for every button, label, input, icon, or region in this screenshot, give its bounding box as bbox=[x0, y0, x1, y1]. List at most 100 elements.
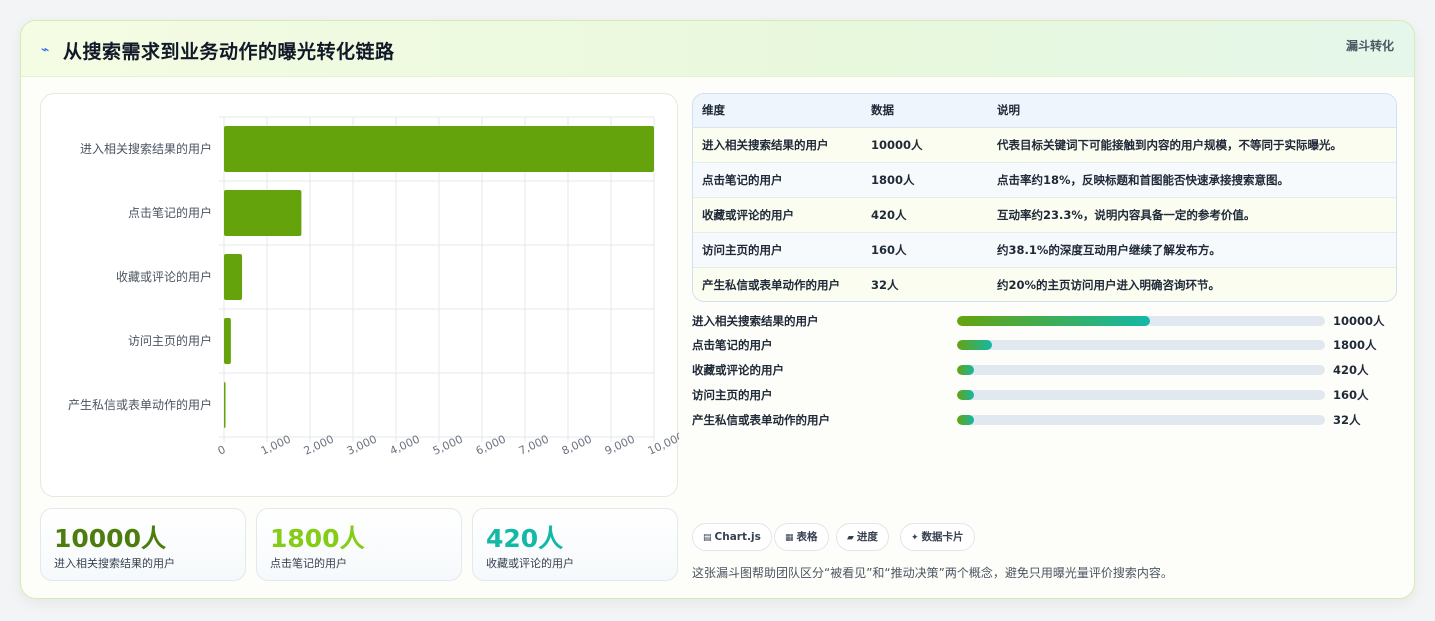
chart-icon: ▤ bbox=[703, 533, 712, 543]
table-cell: 约20%的主页访问用户进入明确咨询环节。 bbox=[988, 266, 1396, 301]
table-row: 进入相关搜索结果的用户 10000人 代表目标关键词下可能接触到内容的用户规模，… bbox=[693, 126, 1396, 162]
progress-row: 产生私信或表单动作的用户 32人 bbox=[692, 411, 1397, 429]
chip-label: 进度 bbox=[856, 531, 878, 543]
progress-fill bbox=[957, 365, 974, 375]
table-cell: 互动率约23.3%，说明内容具备一定的参考价值。 bbox=[988, 196, 1396, 232]
funnel-table: 维度 数据 说明 进入相关搜索结果的用户 10000人 代表目标关键词下可能接触… bbox=[692, 93, 1397, 302]
x-tick-label: 2,000 bbox=[302, 433, 336, 458]
column-header: 说明 bbox=[988, 94, 1396, 128]
stat-card-interact: 420人 收藏或评论的用户 bbox=[472, 508, 678, 581]
bar bbox=[224, 125, 654, 173]
progress-row: 点击笔记的用户 1800人 bbox=[692, 336, 1397, 354]
x-tick-label: 4,000 bbox=[388, 433, 422, 458]
x-tick-label: 3,000 bbox=[345, 433, 379, 458]
sparkle-icon: ✦ bbox=[911, 533, 919, 543]
progress-track bbox=[957, 390, 1325, 400]
bar bbox=[224, 317, 231, 365]
progress-icon: ▰ bbox=[847, 533, 854, 543]
funnel-bar-chart: 进入相关搜索结果的用户点击笔记的用户收藏或评论的用户访问主页的用户产生私信或表单… bbox=[40, 93, 679, 497]
progress-label: 收藏或评论的用户 bbox=[692, 363, 784, 377]
table-cell: 32人 bbox=[862, 266, 988, 301]
table-cell: 1800人 bbox=[862, 161, 988, 197]
bar bbox=[224, 253, 243, 301]
stat-label: 点击笔记的用户 bbox=[270, 557, 347, 570]
progress-fill bbox=[957, 316, 1151, 326]
category-label: 点击笔记的用户 bbox=[128, 205, 212, 220]
stat-card-click: 1800人 点击笔记的用户 bbox=[256, 508, 462, 581]
page-title: 从搜索需求到业务动作的曝光转化链路 bbox=[63, 41, 395, 63]
progress-row: 进入相关搜索结果的用户 10000人 bbox=[692, 312, 1397, 330]
x-tick-label: 1,000 bbox=[259, 433, 293, 458]
category-label: 产生私信或表单动作的用户 bbox=[68, 397, 212, 412]
progress-value: 420人 bbox=[1333, 363, 1369, 377]
progress-value: 10000人 bbox=[1333, 314, 1385, 328]
stat-card-search: 10000人 进入相关搜索结果的用户 bbox=[40, 508, 246, 581]
stat-value: 10000人 bbox=[54, 524, 166, 553]
chip-progress[interactable]: ▰ 进度 bbox=[836, 523, 889, 551]
progress-fill bbox=[957, 340, 992, 350]
column-header: 数据 bbox=[862, 94, 988, 128]
table-cell: 收藏或评论的用户 bbox=[693, 196, 862, 232]
chip-table[interactable]: ▦ 表格 bbox=[774, 523, 829, 551]
progress-value: 1800人 bbox=[1333, 338, 1377, 352]
category-label: 进入相关搜索结果的用户 bbox=[80, 141, 212, 156]
progress-track bbox=[957, 415, 1325, 425]
table-cell: 进入相关搜索结果的用户 bbox=[693, 126, 862, 162]
x-tick-label: 5,000 bbox=[431, 433, 465, 458]
table-row: 收藏或评论的用户 420人 互动率约23.3%，说明内容具备一定的参考价值。 bbox=[693, 196, 1396, 232]
chip-chartjs[interactable]: ▤ Chart.js bbox=[692, 523, 772, 551]
table-cell: 访问主页的用户 bbox=[693, 231, 862, 267]
progress-row: 访问主页的用户 160人 bbox=[692, 386, 1397, 404]
progress-label: 进入相关搜索结果的用户 bbox=[692, 314, 819, 328]
chip-label: 表格 bbox=[796, 531, 818, 543]
progress-label: 访问主页的用户 bbox=[692, 388, 773, 402]
lightning-icon: ⌁ bbox=[41, 42, 50, 58]
progress-value: 160人 bbox=[1333, 388, 1369, 402]
stat-value: 1800人 bbox=[270, 524, 365, 553]
table-cell: 点击率约18%，反映标题和首图能否快速承接搜索意图。 bbox=[988, 161, 1396, 197]
category-label: 收藏或评论的用户 bbox=[116, 269, 212, 284]
table-row: 产生私信或表单动作的用户 32人 约20%的主页访问用户进入明确咨询环节。 bbox=[693, 266, 1396, 301]
bar bbox=[224, 381, 226, 429]
table-header-row: 维度 数据 说明 bbox=[693, 94, 1396, 128]
progress-track bbox=[957, 340, 1325, 350]
x-tick-label: 9,000 bbox=[603, 433, 637, 458]
stat-value: 420人 bbox=[486, 524, 564, 553]
x-tick-label: 0 bbox=[216, 443, 228, 458]
progress-label: 点击笔记的用户 bbox=[692, 338, 773, 352]
progress-fill bbox=[957, 415, 974, 425]
table-cell: 420人 bbox=[862, 196, 988, 232]
table-row: 点击笔记的用户 1800人 点击率约18%，反映标题和首图能否快速承接搜索意图。 bbox=[693, 161, 1396, 197]
table-icon: ▦ bbox=[785, 533, 794, 543]
category-label: 访问主页的用户 bbox=[128, 333, 212, 348]
x-tick-label: 7,000 bbox=[517, 433, 551, 458]
column-header: 维度 bbox=[693, 94, 862, 128]
chip-label: Chart.js bbox=[714, 531, 761, 543]
x-tick-label: 6,000 bbox=[474, 433, 508, 458]
chart-svg: 进入相关搜索结果的用户点击笔记的用户收藏或评论的用户访问主页的用户产生私信或表单… bbox=[68, 116, 679, 458]
stat-label: 进入相关搜索结果的用户 bbox=[54, 557, 175, 570]
funnel-badge: 漏斗转化 bbox=[1345, 39, 1394, 53]
table-cell: 产生私信或表单动作的用户 bbox=[693, 266, 862, 301]
chip-data-cards[interactable]: ✦ 数据卡片 bbox=[900, 523, 975, 551]
x-tick-label: 10,000 bbox=[646, 430, 679, 458]
table-cell: 点击笔记的用户 bbox=[693, 161, 862, 197]
funnel-card: ⌁ 从搜索需求到业务动作的曝光转化链路 漏斗转化 进入相关搜索结果的用户 点击笔记… bbox=[20, 20, 1415, 599]
table-row: 访问主页的用户 160人 约38.1%的深度互动用户继续了解发布方。 bbox=[693, 231, 1396, 267]
card-header: ⌁ 从搜索需求到业务动作的曝光转化链路 漏斗转化 bbox=[21, 21, 1414, 77]
footnote: 这张漏斗图帮助团队区分“被看见”和“推动决策”两个概念，避免只用曝光量评价搜索内… bbox=[692, 566, 1173, 580]
stat-label: 收藏或评论的用户 bbox=[486, 557, 574, 570]
table-cell: 10000人 bbox=[862, 126, 988, 162]
progress-label: 产生私信或表单动作的用户 bbox=[692, 413, 830, 427]
progress-value: 32人 bbox=[1333, 413, 1361, 427]
bar bbox=[224, 189, 302, 237]
table-cell: 160人 bbox=[862, 231, 988, 267]
progress-track bbox=[957, 316, 1325, 326]
x-tick-label: 8,000 bbox=[560, 433, 594, 458]
progress-track bbox=[957, 365, 1325, 375]
chip-label: 数据卡片 bbox=[921, 531, 964, 543]
progress-row: 收藏或评论的用户 420人 bbox=[692, 361, 1397, 379]
progress-fill bbox=[957, 390, 974, 400]
table-cell: 代表目标关键词下可能接触到内容的用户规模，不等同于实际曝光。 bbox=[988, 126, 1396, 162]
table-cell: 约38.1%的深度互动用户继续了解发布方。 bbox=[988, 231, 1396, 267]
